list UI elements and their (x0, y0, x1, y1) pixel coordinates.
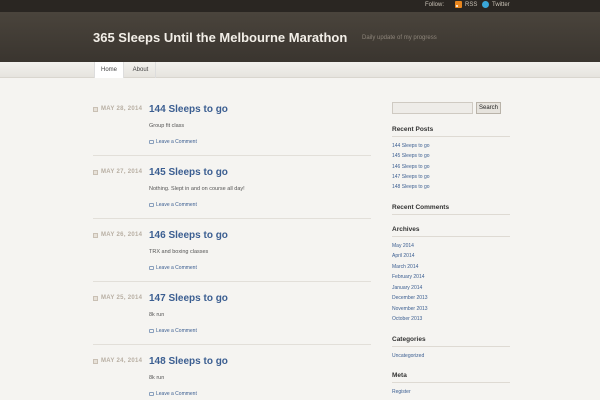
archive-link[interactable]: January 2014 (392, 285, 422, 291)
nav-home[interactable]: Home (94, 62, 124, 78)
archive-link[interactable]: October 2013 (392, 316, 422, 322)
widget-divider (392, 382, 510, 383)
post-title[interactable]: 148 Sleeps to go (149, 356, 228, 367)
follow-label: Follow: (425, 2, 445, 8)
post-date: MAY 28, 2014 (93, 106, 142, 112)
rss-link[interactable]: RSS (455, 1, 477, 8)
post-title[interactable]: 145 Sleeps to go (149, 167, 228, 178)
post-excerpt: TRX and boxing classes (149, 249, 209, 255)
archive-link[interactable]: March 2014 (392, 264, 418, 270)
archive-link[interactable]: November 2013 (392, 306, 428, 312)
recent-post-link[interactable]: 146 Sleeps to go (392, 164, 430, 170)
twitter-link[interactable]: Twitter (482, 1, 510, 8)
post-date: MAY 26, 2014 (93, 232, 142, 238)
post-title[interactable]: 144 Sleeps to go (149, 104, 228, 115)
archives-title: Archives (392, 226, 420, 233)
main-nav: Home About (0, 62, 600, 78)
top-bar: Follow: RSS Twitter (0, 0, 600, 12)
post-excerpt: Nothing. Slept in and on course all day! (149, 186, 245, 192)
archive-link[interactable]: April 2014 (392, 253, 415, 259)
post-divider (93, 218, 371, 219)
twitter-label: Twitter (492, 1, 510, 8)
post-divider (93, 281, 371, 282)
search-input[interactable] (392, 102, 473, 114)
nav-about[interactable]: About (126, 62, 156, 78)
post-divider (93, 344, 371, 345)
archive-link[interactable]: May 2014 (392, 243, 414, 249)
post-date: MAY 25, 2014 (93, 295, 142, 301)
comment-icon (149, 203, 154, 207)
archive-link[interactable]: December 2013 (392, 295, 428, 301)
comment-link[interactable]: Leave a Comment (149, 391, 197, 397)
calendar-icon (93, 295, 98, 301)
post-excerpt: Group fit class (149, 123, 185, 129)
meta-title: Meta (392, 372, 407, 379)
comment-icon (149, 329, 154, 333)
recent-post-link[interactable]: 147 Sleeps to go (392, 174, 430, 180)
calendar-icon (93, 358, 98, 364)
post-date-text: MAY 24, 2014 (101, 358, 143, 364)
calendar-icon (93, 232, 98, 238)
recent-post-link[interactable]: 145 Sleeps to go (392, 153, 430, 159)
recent-posts-title: Recent Posts (392, 126, 434, 133)
post-title[interactable]: 147 Sleeps to go (149, 293, 228, 304)
comment-link-label: Leave a Comment (156, 328, 197, 334)
widget-divider (392, 346, 510, 347)
post-date: MAY 27, 2014 (93, 169, 142, 175)
recent-post-link[interactable]: 144 Sleeps to go (392, 143, 430, 149)
widget-divider (392, 136, 510, 137)
comment-link[interactable]: Leave a Comment (149, 265, 197, 271)
comment-link-label: Leave a Comment (156, 265, 197, 271)
comment-link-label: Leave a Comment (156, 391, 197, 397)
post-title[interactable]: 146 Sleeps to go (149, 230, 228, 241)
calendar-icon (93, 106, 98, 112)
comment-link[interactable]: Leave a Comment (149, 139, 197, 145)
recent-comments-title: Recent Comments (392, 204, 450, 211)
comment-link-label: Leave a Comment (156, 202, 197, 208)
post-date-text: MAY 26, 2014 (101, 232, 143, 238)
rss-label: RSS (465, 1, 478, 8)
comment-link-label: Leave a Comment (156, 139, 197, 145)
search-button[interactable]: Search (476, 102, 501, 114)
categories-title: Categories (392, 336, 426, 343)
comment-link[interactable]: Leave a Comment (149, 202, 197, 208)
rss-icon (455, 1, 462, 8)
comment-icon (149, 140, 154, 144)
post-excerpt: 8k run (149, 312, 165, 318)
site-header: 365 Sleeps Until the Melbourne Marathon … (0, 12, 600, 62)
comment-link[interactable]: Leave a Comment (149, 328, 197, 334)
widget-divider (392, 236, 510, 237)
post-date-text: MAY 27, 2014 (101, 169, 143, 175)
calendar-icon (93, 169, 98, 175)
post-date-text: MAY 28, 2014 (101, 106, 143, 112)
post-date: MAY 24, 2014 (93, 358, 142, 364)
site-title[interactable]: 365 Sleeps Until the Melbourne Marathon (93, 30, 347, 45)
site-description: Daily update of my progress (362, 35, 437, 41)
comment-icon (149, 266, 154, 270)
post-excerpt: 8k run (149, 375, 165, 381)
archive-link[interactable]: February 2014 (392, 274, 425, 280)
twitter-icon (482, 1, 489, 8)
post-divider (93, 155, 371, 156)
widget-divider (392, 214, 510, 215)
post-date-text: MAY 25, 2014 (101, 295, 143, 301)
category-link[interactable]: Uncategorized (392, 353, 424, 359)
comment-icon (149, 392, 154, 396)
meta-link-register[interactable]: Register (392, 389, 411, 395)
recent-post-link[interactable]: 148 Sleeps to go (392, 184, 430, 190)
